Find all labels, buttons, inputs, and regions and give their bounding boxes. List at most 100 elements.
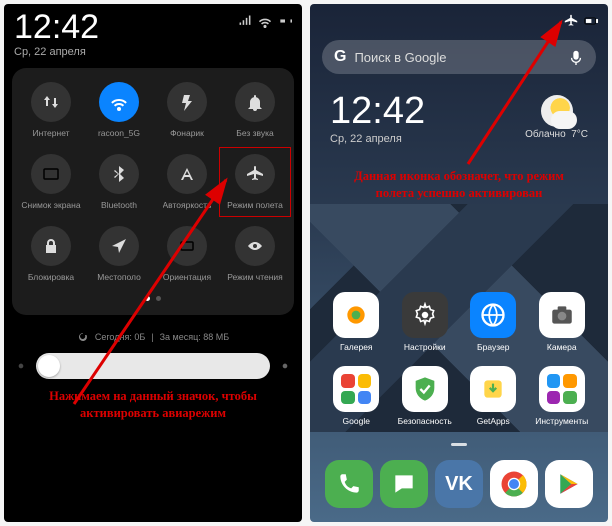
phone-left-quicksettings: 12:42 Ср, 22 апреля Интернетracoon_5GФон… [4,4,302,522]
settings-icon[interactable] [402,292,448,338]
qs-tile-silent[interactable]: Без звука [222,78,288,142]
qs-tile-screenshot[interactable]: Снимок экрана [18,150,84,214]
mic-icon[interactable] [568,49,584,65]
qs-tile-reading[interactable]: Режим чтения [222,222,288,286]
brightness-high-icon [278,359,292,373]
bluetooth-button[interactable] [99,154,139,194]
data-usage-bar[interactable]: Сегодня: 0Б | За месяц: 88 МБ [12,331,294,343]
app-security[interactable]: Безопасность [391,366,460,426]
google-icon[interactable] [333,366,379,412]
location-icon [110,237,128,255]
refresh-icon [77,331,89,343]
status-icons [218,10,292,28]
dock: VK [310,460,608,508]
google-search-bar[interactable]: G Поиск в Google [322,40,596,74]
dock-play[interactable] [545,460,593,508]
quicksettings-panel: Интернет racoon_5G Фонарик Без звука Снимок … [12,68,294,315]
orientation-icon [178,237,196,255]
clock-weather-row: 12:42 Ср, 22 апреля Облачно 7°C [310,90,608,145]
dock-phone[interactable] [325,460,373,508]
bluetooth-icon [110,165,128,183]
reading-button[interactable] [235,226,275,266]
app-gallery[interactable]: Галерея [322,292,391,352]
app-google[interactable]: Google [322,366,391,426]
airplane-icon [246,165,264,183]
qs-label: Автояркость [163,200,212,210]
qs-label: Bluetooth [101,200,137,210]
app-settings[interactable]: Настройки [391,292,460,352]
qs-tile-bluetooth[interactable]: Bluetooth [86,150,152,214]
autobright-button[interactable] [167,154,207,194]
qs-tile-airplane[interactable]: Режим полета [222,150,288,214]
qs-label: Ориентация [163,272,211,282]
lock-button[interactable] [31,226,71,266]
weather-widget[interactable]: Облачно 7°C [525,95,588,140]
app-browser[interactable]: Браузер [459,292,528,352]
app-camera[interactable]: Камера [528,292,597,352]
qs-label: Фонарик [170,128,204,138]
data-month: За месяц: 88 МБ [160,332,230,342]
qs-tile-internet[interactable]: Интернет [18,78,84,142]
gallery-icon[interactable] [333,292,379,338]
alarm-icon [218,14,232,28]
security-icon[interactable] [402,366,448,412]
qs-label: racoon_5G [98,128,140,138]
qs-label: Режим полета [227,200,283,210]
battery-icon [278,14,292,28]
internet-icon [42,93,60,111]
airplane-icon [564,14,578,28]
qs-tile-orientation[interactable]: Ориентация [154,222,220,286]
wifi-button[interactable] [99,82,139,122]
orientation-button[interactable] [167,226,207,266]
wifi-icon [110,93,128,111]
battery-icon [584,14,598,28]
signal-icon [238,14,252,28]
app-label: GetApps [477,416,510,426]
flashlight-button[interactable] [167,82,207,122]
app-label: Инструменты [535,416,588,426]
browser-icon[interactable] [470,292,516,338]
silent-button[interactable] [235,82,275,122]
qs-label: Местополо [97,272,141,282]
app-label: Камера [547,342,577,352]
app-tools[interactable]: Инструменты [528,366,597,426]
app-label: Google [343,416,370,426]
qs-tile-lock[interactable]: Блокировка [18,222,84,286]
location-button[interactable] [99,226,139,266]
qs-label: Интернет [32,128,69,138]
app-label: Браузер [477,342,509,352]
qs-pager[interactable] [18,296,288,301]
silent-icon [246,93,264,111]
camera-icon[interactable] [539,292,585,338]
internet-button[interactable] [31,82,71,122]
tools-icon[interactable] [539,366,585,412]
qs-tile-flashlight[interactable]: Фонарик [154,78,220,142]
search-placeholder: Поиск в Google [354,50,560,65]
home-date: Ср, 22 апреля [330,133,425,145]
qs-label: Без звука [236,128,274,138]
airplane-button[interactable] [235,154,275,194]
autobright-icon [178,165,196,183]
phone-right-homescreen: G Поиск в Google 12:42 Ср, 22 апреля Обл… [310,4,608,522]
lock-icon [42,237,60,255]
brightness-slider[interactable] [14,353,292,379]
wifi-icon [258,14,272,28]
qs-tile-wifi[interactable]: racoon_5G [86,78,152,142]
brightness-track[interactable] [36,353,270,379]
qs-tile-location[interactable]: Местополо [86,222,152,286]
qs-tile-autobright[interactable]: Автояркость [154,150,220,214]
app-label: Безопасность [398,416,452,426]
dock-chrome[interactable] [490,460,538,508]
screenshot-icon [42,165,60,183]
getapps-icon[interactable] [470,366,516,412]
app-getapps[interactable]: GetApps [459,366,528,426]
annotation-text: Данная иконка обозначет, что режим полет… [318,168,600,202]
qs-label: Снимок экрана [21,200,80,210]
dock-vk[interactable]: VK [435,460,483,508]
dock-messages[interactable] [380,460,428,508]
screenshot-button[interactable] [31,154,71,194]
reading-icon [246,237,264,255]
qs-label: Режим чтения [227,272,283,282]
brightness-thumb[interactable] [38,355,60,377]
home-pager[interactable] [310,443,608,446]
